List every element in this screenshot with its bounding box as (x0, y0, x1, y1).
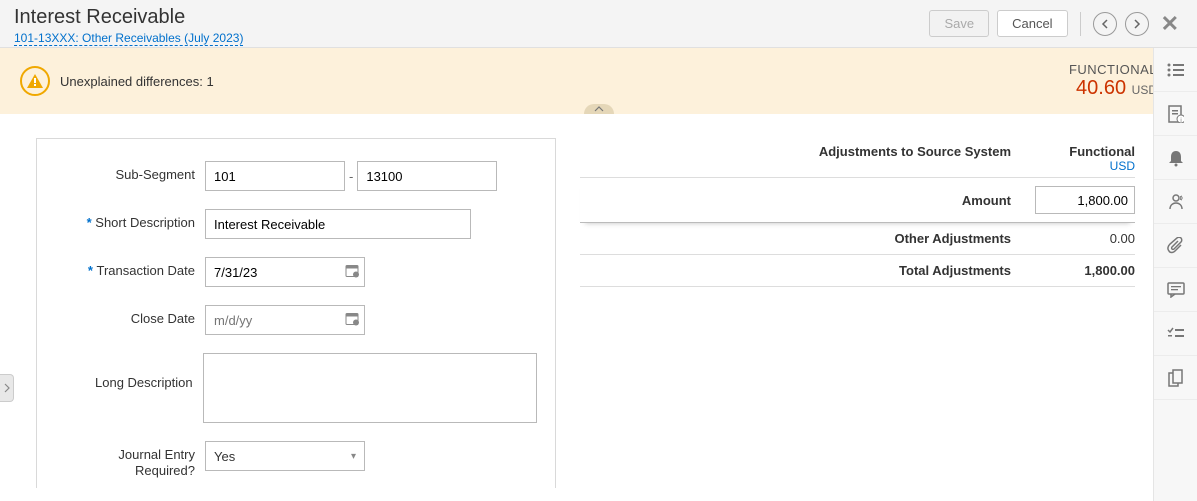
svg-text:i: i (1180, 118, 1181, 123)
chevron-right-icon (1133, 19, 1141, 29)
warning-icon (20, 66, 50, 96)
rail-comment-icon[interactable] (1154, 268, 1197, 312)
warning-banner: Unexplained differences: 1 FUNCTIONAL 40… (0, 48, 1197, 114)
close-date-input[interactable] (205, 305, 365, 335)
chevron-up-icon (594, 106, 604, 112)
other-adjustments-label: Other Adjustments (580, 231, 1035, 246)
je-required-value: Yes (214, 449, 235, 464)
subsegment-a-input[interactable] (205, 161, 345, 191)
amount-label: Amount (580, 193, 1035, 208)
total-adjustments-label: Total Adjustments (580, 263, 1035, 278)
subsegment-b-input[interactable] (357, 161, 497, 191)
side-rail: i (1153, 48, 1197, 501)
page-header: Interest Receivable 101-13XXX: Other Rec… (0, 0, 1197, 48)
je-required-label: Journal Entry Required? (55, 441, 205, 478)
transaction-date-label: Transaction Date (55, 257, 205, 278)
functional-col-ccy: USD (1035, 159, 1135, 173)
page-title: Interest Receivable (14, 6, 243, 29)
details-form: Sub-Segment - Short Description Transact… (36, 138, 556, 488)
close-date-label: Close Date (55, 305, 205, 326)
warning-message: Unexplained differences: 1 (60, 74, 214, 89)
functional-amount: 40.60 (1076, 77, 1126, 99)
banner-collapse-handle[interactable] (584, 104, 614, 114)
rail-document-icon[interactable]: i (1154, 92, 1197, 136)
separator (1080, 12, 1081, 36)
next-button[interactable] (1125, 12, 1149, 36)
cancel-button[interactable]: Cancel (997, 10, 1067, 37)
je-required-select[interactable]: Yes ▾ (205, 441, 365, 471)
amount-input[interactable] (1035, 186, 1135, 214)
rail-copy-icon[interactable] (1154, 356, 1197, 400)
subsegment-label: Sub-Segment (55, 161, 205, 182)
save-button[interactable]: Save (929, 10, 989, 37)
other-adjustments-value: 0.00 (1035, 231, 1135, 246)
adjustments-header: Adjustments to Source System (580, 144, 1035, 173)
rail-bell-icon[interactable] (1154, 136, 1197, 180)
page-subtitle-link[interactable]: 101-13XXX: Other Receivables (July 2023) (14, 31, 243, 46)
transaction-date-input[interactable] (205, 257, 365, 287)
chevron-left-icon (1101, 19, 1109, 29)
rail-list-icon[interactable] (1154, 48, 1197, 92)
chevron-down-icon: ▾ (351, 451, 356, 462)
short-description-input[interactable] (205, 209, 471, 239)
functional-label: FUNCTIONAL (1069, 62, 1157, 77)
rail-checklist-icon[interactable] (1154, 312, 1197, 356)
chevron-right-icon (4, 383, 10, 393)
expand-sidebar-handle[interactable] (0, 374, 14, 402)
calendar-icon[interactable] (345, 264, 359, 281)
functional-value: 40.60 USD (1069, 77, 1157, 100)
total-adjustments-value: 1,800.00 (1035, 263, 1135, 278)
long-description-label: Long Description (55, 353, 203, 390)
rail-user-icon[interactable] (1154, 180, 1197, 224)
calendar-icon[interactable] (345, 312, 359, 329)
subsegment-dash: - (349, 169, 353, 184)
adjustments-panel: Adjustments to Source System Functional … (580, 138, 1135, 287)
functional-col-header: Functional (1035, 144, 1135, 159)
main-content: Sub-Segment - Short Description Transact… (0, 114, 1197, 488)
short-description-label: Short Description (55, 209, 205, 230)
long-description-input[interactable] (203, 353, 537, 423)
rail-attachment-icon[interactable] (1154, 224, 1197, 268)
close-button[interactable]: ✕ (1157, 11, 1183, 37)
prev-button[interactable] (1093, 12, 1117, 36)
